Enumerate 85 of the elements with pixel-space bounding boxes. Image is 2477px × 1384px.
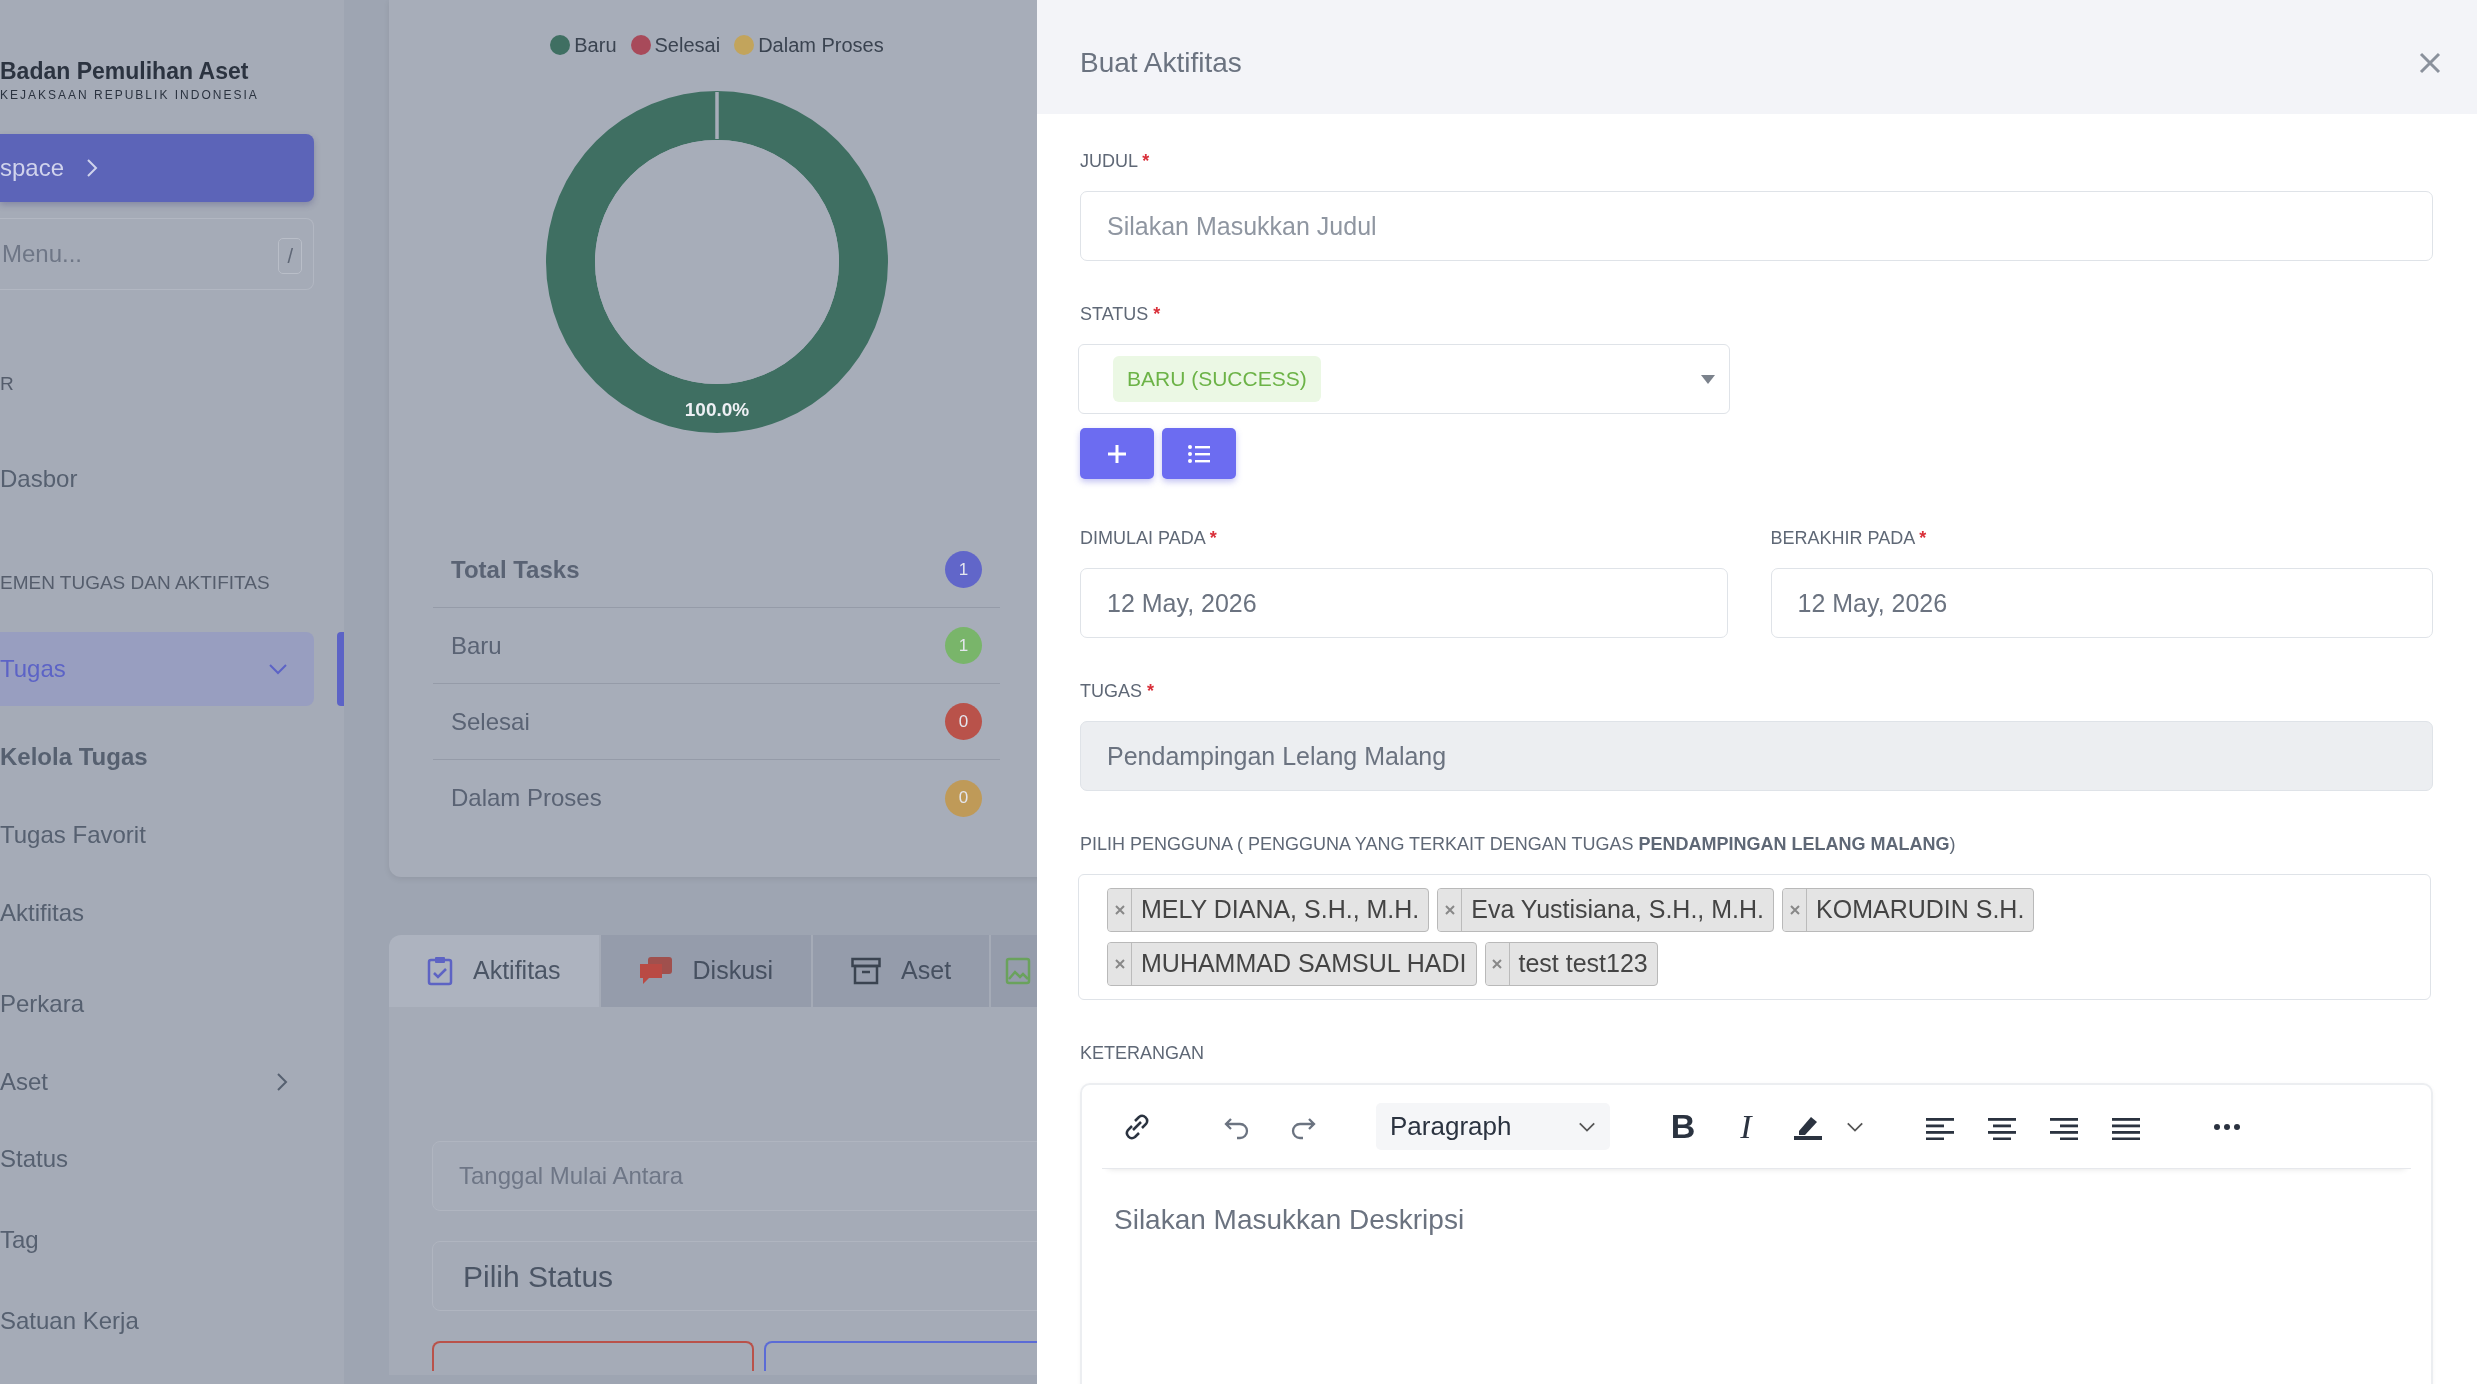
italic-button[interactable]: I [1724,1101,1768,1152]
add-button[interactable] [1080,428,1154,479]
status-dropdown[interactable]: BARU (SUCCESS) [1078,344,1730,414]
sidebar-item[interactable]: Satuan Kerja [0,1280,314,1362]
shortcut-key: / [278,237,302,274]
stat-label: Selesai [451,706,530,737]
close-icon [1444,905,1455,915]
field-label: STATUS * [1080,303,1162,326]
legend-label: Selesai [654,33,721,58]
sidebar-item[interactable]: Tugas Favorit [0,795,314,874]
status-badge: BARU (SUCCESS) [1113,356,1321,402]
field-label: KETERANGAN [1080,1042,1206,1065]
close-icon [1114,905,1125,915]
date-input[interactable]: 12 May, 2026 [1770,568,2433,638]
sidebar-item[interactable]: Dasbor [0,438,314,520]
close-icon [1789,905,1800,915]
user-tag: MUHAMMAD SAMSUL HADI [1107,942,1477,986]
legend-label: Baru [574,33,617,58]
outline-button[interactable] [432,1341,754,1371]
user-tag: MELY DIANA, S.H., M.H. [1107,888,1430,932]
sidebar-item[interactable]: Status [0,1118,314,1200]
close-icon [2419,52,2441,74]
chat-bubbles-icon [638,956,673,986]
chevron-down-icon [1846,1120,1864,1133]
remove-tag-button[interactable] [1108,889,1132,931]
sidebar-item[interactable]: Tag [0,1199,314,1281]
close-icon [1492,959,1502,969]
sidebar-item[interactable]: Aktifitas [0,873,314,952]
section-label: R [0,371,15,396]
list-button[interactable] [1162,428,1236,479]
field-label: JUDUL * [1080,150,1151,173]
brand-subtitle: KEJAKSAAN REPUBLIK INDONESIA [0,86,260,104]
field-label: PILIH PENGGUNA ( PENGGUNA YANG TERKAIT DENGAN TUGAS PENDAMPINGAN LELANG MALANG) [1080,833,1957,856]
plus-icon [1106,442,1128,465]
editor-placeholder: Silakan Masukkan Deskripsi [1113,1203,1466,1237]
user-tag: test test123 [1484,942,1658,986]
field-label: TUGAS * [1080,680,1156,703]
count-badge: 0 [945,779,982,817]
chevron-right-icon [276,1071,288,1092]
title-input[interactable]: Silakan Masukkan Judul [1080,191,2433,261]
dialog-title: Buat Aktifitas [1080,46,1242,80]
more-icon [2214,1123,2240,1130]
list-icon [1187,443,1211,464]
remove-tag-button[interactable] [1783,889,1807,931]
remove-tag-button[interactable] [1438,889,1463,931]
sidebar-item[interactable]: Kelola Tugas [0,717,314,796]
workspace-button[interactable]: space [0,133,314,202]
field-label: BERAKHIR PADA * [1770,527,1928,550]
chevron-down-icon [268,662,288,675]
stat-label: Dalam Proses [451,783,602,813]
date-range-field[interactable]: Tanggal Mulai Antara [432,1141,1037,1211]
sidebar-item[interactable]: Aset [0,1044,314,1119]
status-select[interactable]: Pilih Status [432,1241,1037,1311]
dropdown-arrow-icon [1701,374,1715,384]
user-tag: KOMARUDIN S.H. [1782,888,2035,932]
more-button[interactable] [2214,1123,2240,1130]
chevron-right-icon [86,157,99,178]
user-tag: Eva Yustisiana, S.H., M.H. [1437,888,1774,932]
stat-label: Total Tasks [451,554,580,585]
field-label: DIMULAI PADA * [1080,527,1218,550]
close-icon [1114,959,1125,969]
tab[interactable]: Aktifitas [389,935,601,1007]
chevron-down-icon [1578,1120,1596,1133]
count-badge: 1 [945,627,982,664]
remove-tag-button[interactable] [1485,943,1510,985]
bold-button[interactable]: B [1661,1101,1705,1152]
format-dropdown[interactable]: Paragraph [1376,1103,1610,1150]
count-badge: 0 [945,703,982,740]
remove-tag-button[interactable] [1108,943,1132,985]
legend-label: Dalam Proses [758,33,884,58]
close-button[interactable] [2419,52,2441,74]
stat-label: Baru [451,630,502,661]
count-badge: 1 [945,551,982,588]
archive-box-icon [851,957,882,985]
tab[interactable]: Aset [813,935,992,1007]
brand-title: Badan Pemulihan Aset [0,58,250,86]
image-icon [1005,957,1032,985]
date-input[interactable]: 12 May, 2026 [1080,568,1728,638]
section-label: EMEN TUGAS DAN AKTIFITAS [0,571,271,596]
slice-label: 100.0% [684,398,750,420]
rich-text-editor[interactable]: Paragraph B I Silakan Masukkan Deskripsi [1080,1083,2433,1384]
user-select[interactable]: MELY DIANA, S.H., M.H. Eva Yustisiana, S.H., M.H. KOMARUDIN S.H. MUHAMMAD SAMSUL HADI test test123 [1078,874,2431,1000]
clipboard-check-icon [427,956,453,986]
tab[interactable]: Diskusi [600,935,814,1007]
sidebar-item[interactable]: Perkara [0,963,314,1045]
